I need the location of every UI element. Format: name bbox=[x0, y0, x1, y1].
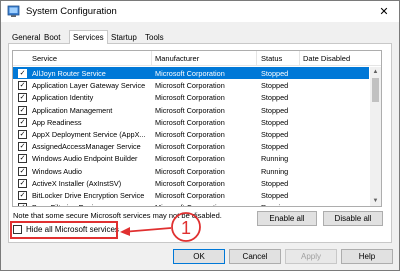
service-status: Stopped bbox=[261, 117, 289, 127]
service-checkbox[interactable]: ✓ bbox=[18, 142, 27, 152]
close-icon: ✕ bbox=[379, 6, 389, 18]
service-name: Application Management bbox=[32, 105, 113, 115]
scroll-up-arrow-icon[interactable]: ▲ bbox=[370, 67, 381, 77]
service-status: Stopped bbox=[261, 142, 289, 152]
column-divider[interactable] bbox=[151, 51, 152, 66]
table-row[interactable]: ✓ Application Layer Gateway Service Micros… bbox=[13, 79, 369, 91]
services-list[interactable]: Service Manufacturer Status Date Disable… bbox=[12, 50, 382, 207]
annotation-highlight-box bbox=[10, 221, 118, 239]
cancel-button[interactable]: Cancel bbox=[229, 249, 281, 264]
service-checkbox[interactable]: ✓ bbox=[18, 166, 27, 176]
service-name: Application Layer Gateway Service bbox=[32, 81, 146, 91]
service-name: AllJoyn Router Service bbox=[32, 69, 106, 78]
service-manufacturer: Microsoft Corporation bbox=[155, 117, 225, 127]
service-status: Stopped bbox=[261, 81, 289, 91]
column-header-manufacturer[interactable]: Manufacturer bbox=[155, 54, 199, 63]
window-title: System Configuration bbox=[26, 6, 117, 17]
apply-button[interactable]: Apply bbox=[285, 249, 337, 264]
service-checkbox[interactable]: ✓ bbox=[18, 81, 27, 91]
scrollbar-thumb[interactable] bbox=[372, 78, 379, 102]
service-status: Stopped bbox=[261, 129, 289, 139]
table-row[interactable]: ✓ AllJoyn Router Service Microsoft Corpora… bbox=[13, 67, 369, 80]
service-checkbox[interactable]: ✓ bbox=[18, 203, 27, 206]
table-row[interactable]: ✓ Application Management Microsoft Corpora… bbox=[13, 104, 369, 116]
table-row[interactable]: ✓ App Readiness Microsoft Corporation Stopp… bbox=[13, 116, 369, 128]
service-manufacturer: Microsoft Corporation bbox=[155, 190, 225, 200]
service-manufacturer: Microsoft Corporation bbox=[155, 203, 265, 206]
table-row[interactable]: ✓ Windows Audio Endpoint Builder Microsoft… bbox=[13, 152, 369, 164]
column-header-service[interactable]: Service bbox=[32, 54, 57, 63]
column-divider[interactable] bbox=[299, 51, 300, 66]
service-status: Stopped bbox=[261, 178, 289, 188]
column-header-status[interactable]: Status bbox=[261, 54, 282, 63]
table-row[interactable]: ✓ BitLocker Drive Encryption Service Micro… bbox=[13, 189, 369, 201]
service-manufacturer: Microsoft Corporation bbox=[155, 178, 225, 188]
system-configuration-window: System Configuration ✕ General Boot Serv… bbox=[0, 0, 400, 271]
service-manufacturer: Microsoft Corporation bbox=[155, 81, 225, 91]
service-manufacturer: Microsoft Corporation bbox=[155, 154, 225, 164]
service-status: Running bbox=[261, 203, 306, 206]
table-row[interactable]: ✓ ActiveX Installer (AxInstSV) Microsoft C… bbox=[13, 177, 369, 189]
tab-services[interactable]: Services bbox=[69, 30, 108, 44]
service-checkbox[interactable]: ✓ bbox=[18, 178, 27, 188]
table-row[interactable]: ✓ Application Identity Microsoft Corporati… bbox=[13, 91, 369, 103]
service-manufacturer: Microsoft Corporation bbox=[155, 105, 225, 115]
service-checkbox[interactable]: ✓ bbox=[18, 105, 27, 115]
service-name: Application Identity bbox=[32, 93, 94, 103]
column-divider[interactable] bbox=[256, 51, 257, 66]
ok-button[interactable]: OK bbox=[173, 249, 225, 264]
service-manufacturer: Microsoft Corporation bbox=[155, 166, 225, 176]
service-manufacturer: Microsoft Corporation bbox=[155, 93, 225, 103]
secure-services-note: Note that some secure Microsoft services… bbox=[13, 211, 222, 220]
column-header-date-disabled[interactable]: Date Disabled bbox=[303, 54, 350, 63]
service-status: Stopped bbox=[261, 93, 289, 103]
service-manufacturer: Microsoft Corporation bbox=[155, 129, 225, 139]
service-name: Windows Audio Endpoint Builder bbox=[32, 154, 138, 164]
vertical-scrollbar[interactable]: ▲ ▼ bbox=[370, 67, 381, 206]
scroll-down-arrow-icon[interactable]: ▼ bbox=[370, 196, 381, 206]
service-status: Running bbox=[261, 166, 289, 176]
service-name: BitLocker Drive Encryption Service bbox=[32, 190, 145, 200]
list-header: Service Manufacturer Status Date Disable… bbox=[13, 51, 381, 66]
service-checkbox[interactable]: ✓ bbox=[18, 117, 27, 127]
service-manufacturer: Microsoft Corporation bbox=[155, 142, 225, 152]
help-button[interactable]: Help bbox=[341, 249, 393, 264]
table-row[interactable]: ✓ Base Filtering EngineMicrosoft Corporat… bbox=[13, 201, 369, 206]
close-button[interactable]: ✕ bbox=[369, 1, 399, 22]
service-name: AppX Deployment Service (AppX... bbox=[32, 129, 146, 139]
service-checkbox[interactable]: ✓ bbox=[18, 93, 27, 103]
service-name: AssignedAccessManager Service bbox=[32, 142, 141, 152]
service-checkbox[interactable]: ✓ bbox=[18, 190, 27, 200]
table-row[interactable]: ✓ Windows Audio Microsoft Corporation Runni… bbox=[13, 165, 369, 177]
enable-all-button[interactable]: Enable all bbox=[257, 211, 317, 226]
disable-all-button[interactable]: Disable all bbox=[323, 211, 383, 226]
service-status: Running bbox=[261, 154, 289, 164]
service-manufacturer: Microsoft Corporation bbox=[155, 69, 225, 78]
title-bar: System Configuration ✕ bbox=[1, 1, 399, 22]
table-row[interactable]: ✓ AssignedAccessManager Service Microsoft … bbox=[13, 140, 369, 152]
service-checkbox[interactable]: ✓ bbox=[18, 129, 27, 139]
service-name: ActiveX Installer (AxInstSV) bbox=[32, 178, 122, 188]
service-name: App Readiness bbox=[32, 117, 82, 127]
service-name: Windows Audio bbox=[32, 166, 82, 176]
system-configuration-icon bbox=[7, 5, 20, 17]
service-checkbox[interactable]: ✓ bbox=[18, 69, 27, 78]
service-status: Stopped bbox=[261, 69, 289, 78]
service-status: Stopped bbox=[261, 190, 289, 200]
service-rows: ✓ AllJoyn Router Service Microsoft Corpora… bbox=[13, 67, 369, 206]
service-name: Base Filtering Engine bbox=[32, 203, 152, 206]
service-checkbox[interactable]: ✓ bbox=[18, 154, 27, 164]
service-status: Stopped bbox=[261, 105, 289, 115]
table-row[interactable]: ✓ AppX Deployment Service (AppX... Microso… bbox=[13, 128, 369, 140]
